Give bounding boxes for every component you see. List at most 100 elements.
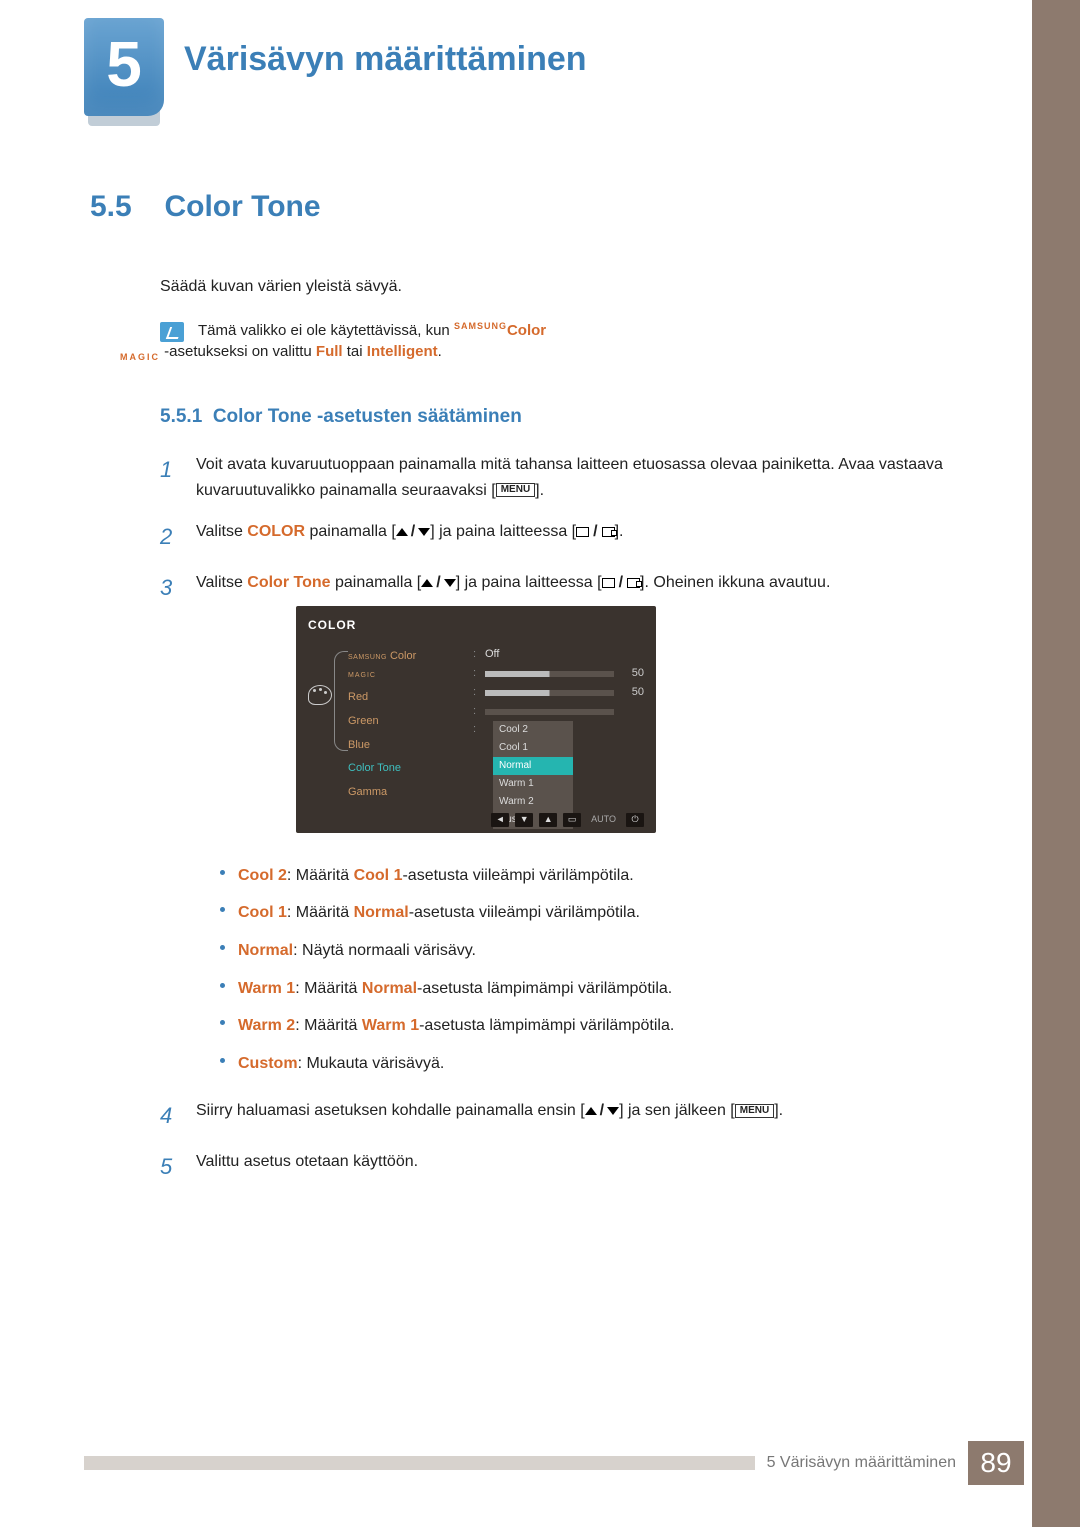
osd-up-icon: ▲: [539, 813, 557, 827]
samsung-label: SAMSUNG: [454, 321, 507, 331]
menu-key: MENU: [496, 483, 535, 497]
option-item: Warm 2: Määritä Warm 1-asetusta lämpimäm…: [220, 1007, 830, 1045]
step-5: 5 Valittu asetus otetaan käyttöön.: [160, 1149, 960, 1184]
t: ].: [535, 482, 544, 499]
t: Valitse: [196, 574, 247, 591]
step-number: 4: [160, 1098, 178, 1133]
option-item: Cool 2: Määritä Cool 1-asetusta viileämp…: [220, 857, 830, 895]
osd-popup-item: Warm 1: [493, 775, 573, 793]
osd-auto-label: AUTO: [587, 812, 620, 826]
step-text: Valittu asetus otetaan käyttöön.: [196, 1149, 418, 1184]
osd-popup-item-selected: Normal: [493, 757, 573, 775]
section-intro: Säädä kuvan värien yleistä sävyä.: [160, 278, 960, 296]
osd-screenshot: COLOR SAMSUNG ColorMAGIC Red Green Blue …: [296, 606, 830, 833]
t: Valitse: [196, 523, 247, 540]
t: Siirry haluamasi asetuksen kohdalle pain…: [196, 1102, 585, 1119]
osd-menu-item: Gamma: [348, 781, 463, 805]
osd-red-value: 50: [620, 665, 644, 683]
step-text: Siirry haluamasi asetuksen kohdalle pain…: [196, 1098, 783, 1133]
osd-panel: COLOR SAMSUNG ColorMAGIC Red Green Blue …: [296, 606, 656, 833]
step-text: Valitse Color Tone painamalla [/] ja pai…: [196, 570, 830, 1082]
subsection-title: Color Tone -asetusten säätäminen: [213, 406, 522, 427]
osd-power-icon: ⏻: [626, 813, 644, 827]
source-enter-icon: /: [576, 519, 614, 545]
subsection-number: 5.5.1: [160, 406, 202, 427]
page-footer: 5 Värisävyn määrittäminen 89: [84, 1441, 1024, 1485]
steps-list: 1 Voit avata kuvaruutuoppaan painamalla …: [160, 452, 960, 1185]
updown-icon: /: [585, 1098, 619, 1124]
note-end: .: [438, 343, 442, 360]
section-number: 5.5: [90, 190, 160, 224]
menu-key: MENU: [735, 1104, 774, 1118]
step-number: 1: [160, 452, 178, 503]
step-number: 3: [160, 570, 178, 1082]
osd-menu-item-selected: Color Tone: [348, 757, 463, 781]
step-4: 4 Siirry haluamasi asetuksen kohdalle pa…: [160, 1098, 960, 1133]
step-3: 3 Valitse Color Tone painamalla [/] ja p…: [160, 570, 960, 1082]
osd-popup-item: Cool 1: [493, 739, 573, 757]
note-text: Tämä valikko ei ole käytettävissä, kun S…: [198, 320, 546, 362]
osd-popup-item: Warm 2: [493, 793, 573, 811]
osd-source-icon: ▭: [563, 813, 581, 827]
osd-values: :Off :50 :50 : : Cool 2 Cool 1 Normal: [473, 645, 644, 804]
side-strip: [1032, 0, 1080, 1527]
content-area: 5.5 Color Tone Säädä kuvan värien yleist…: [90, 190, 960, 1201]
osd-off-value: Off: [485, 646, 499, 664]
footer-text: 5 Värisävyn määrittäminen: [755, 1454, 968, 1472]
step-1: 1 Voit avata kuvaruutuoppaan painamalla …: [160, 452, 960, 503]
osd-menu-item: SAMSUNG ColorMAGIC: [348, 645, 463, 686]
options-list: Cool 2: Määritä Cool 1-asetusta viileämp…: [220, 857, 830, 1083]
osd-left-icon: ◄: [491, 813, 509, 827]
step-number: 5: [160, 1149, 178, 1184]
note-block: Tämä valikko ei ole käytettävissä, kun S…: [160, 320, 960, 362]
chapter-number-badge: 5: [84, 18, 164, 116]
osd-blue-bar: [485, 709, 614, 715]
magic-label: MAGIC: [120, 352, 160, 362]
t: ]. Oheinen ikkuna avautuu.: [640, 574, 830, 591]
updown-icon: /: [396, 519, 430, 545]
note-icon: [160, 322, 184, 342]
osd-down-icon: ▼: [515, 813, 533, 827]
note-or: tai: [343, 343, 367, 360]
subsection-heading: 5.5.1 Color Tone -asetusten säätäminen: [160, 406, 960, 428]
osd-popup-item: Cool 2: [493, 721, 573, 739]
section-title: Color Tone: [164, 190, 320, 224]
t: painamalla [: [331, 574, 422, 591]
t: Voit avata kuvaruutuoppaan painamalla mi…: [196, 456, 943, 499]
note-mid2: -asetukseksi on valittu: [164, 343, 316, 360]
osd-nav-row: ◄ ▼ ▲ ▭ AUTO ⏻: [308, 812, 644, 826]
osd-menu-item: Green: [348, 710, 463, 734]
full-label: Full: [316, 343, 343, 360]
osd-menu-item: Red: [348, 686, 463, 710]
t: ] ja paina laitteessa [: [430, 523, 576, 540]
chapter-title: Värisävyn määrittäminen: [184, 40, 587, 79]
section-heading: 5.5 Color Tone: [90, 190, 960, 224]
osd-menu-item: Blue: [348, 734, 463, 758]
option-item: Normal: Näytä normaali värisävy.: [220, 932, 830, 970]
osd-title: COLOR: [308, 616, 644, 635]
osd-green-value: 50: [620, 684, 644, 702]
step-2: 2 Valitse COLOR painamalla [/] ja paina …: [160, 519, 960, 554]
magic-color-label: Color: [507, 322, 546, 339]
footer-bar: [84, 1456, 755, 1470]
t: painamalla [: [305, 523, 396, 540]
step-text: Voit avata kuvaruutuoppaan painamalla mi…: [196, 452, 960, 503]
option-item: Cool 1: Määritä Normal-asetusta viileämp…: [220, 894, 830, 932]
step-text: Valitse COLOR painamalla [/] ja paina la…: [196, 519, 623, 554]
updown-icon: /: [421, 570, 455, 596]
colortone-label: Color Tone: [247, 574, 330, 591]
page-number: 89: [968, 1441, 1024, 1485]
note-pre: Tämä valikko ei ole käytettävissä, kun: [198, 322, 454, 339]
step-number: 2: [160, 519, 178, 554]
intelligent-label: Intelligent: [367, 343, 438, 360]
t: ].: [774, 1102, 783, 1119]
osd-menu-list: SAMSUNG ColorMAGIC Red Green Blue Color …: [348, 645, 463, 804]
palette-icon: [308, 685, 332, 705]
option-item: Warm 1: Määritä Normal-asetusta lämpimäm…: [220, 970, 830, 1008]
osd-red-bar: [485, 671, 614, 677]
osd-green-bar: [485, 690, 614, 696]
option-item: Custom: Mukauta värisävyä.: [220, 1045, 830, 1083]
t: ] ja paina laitteessa [: [456, 574, 602, 591]
source-enter-icon: /: [602, 570, 640, 596]
t: ] ja sen jälkeen [: [619, 1102, 735, 1119]
